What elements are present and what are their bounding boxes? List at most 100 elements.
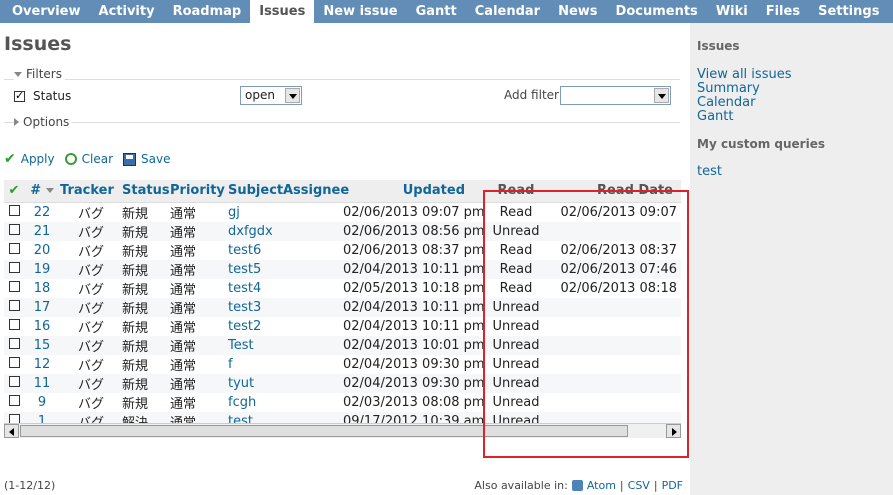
issue-id-link[interactable]: 9: [24, 393, 60, 412]
status-operator-select[interactable]: open: [240, 86, 302, 105]
pdf-link[interactable]: PDF: [662, 479, 683, 492]
apply-button[interactable]: ✔ Apply: [4, 151, 55, 167]
row-select-checkbox[interactable]: [8, 204, 20, 216]
atom-link[interactable]: Atom: [587, 479, 616, 492]
table-row[interactable]: 16 バグ 新規 通常 test2 02/04/2013 10:11 pm Unread: [4, 317, 681, 336]
scrollbar-thumb[interactable]: [20, 425, 628, 437]
csv-link[interactable]: CSV: [628, 479, 650, 492]
issues-table-wrapper: ✔ # Tracker Status Priority Subject Assi…: [4, 180, 681, 431]
toggle-all-checkbox[interactable]: ✔: [4, 180, 24, 203]
clear-button[interactable]: Clear: [64, 152, 113, 166]
issue-id-link[interactable]: 11: [24, 373, 60, 393]
row-select-checkbox[interactable]: [8, 394, 20, 406]
subject-link[interactable]: test6: [228, 241, 283, 260]
table-row[interactable]: 12 バグ 新規 通常 f 02/04/2013 09:30 pm Unread: [4, 355, 681, 374]
save-button[interactable]: Save: [123, 152, 170, 166]
subject-link[interactable]: tyut: [228, 373, 283, 393]
table-row[interactable]: 15 バグ 新規 通常 Test 02/04/2013 10:01 pm Unread: [4, 335, 681, 355]
row-select-checkbox[interactable]: [8, 242, 20, 254]
subject-link[interactable]: dxfgdx: [228, 221, 283, 241]
row-select-checkbox[interactable]: [8, 261, 20, 273]
issue-id-link[interactable]: 16: [24, 317, 60, 336]
read-date-cell: [549, 317, 681, 336]
issue-id-link[interactable]: 21: [24, 221, 60, 241]
column-header-updated[interactable]: Updated: [343, 180, 483, 203]
column-header-tracker[interactable]: Tracker: [60, 180, 122, 203]
sidebar-link-calendar[interactable]: Calendar: [697, 96, 893, 110]
row-select-checkbox[interactable]: [8, 356, 20, 368]
assignee-cell: [283, 241, 343, 260]
main-content: Issues Filters Status open Add filter Op…: [0, 23, 690, 495]
tab-wiki[interactable]: Wiki: [707, 0, 757, 23]
column-header-status[interactable]: Status: [122, 180, 170, 203]
add-filter-label: Add filter: [504, 88, 559, 102]
row-select-checkbox[interactable]: [8, 299, 20, 311]
column-header-subject[interactable]: Subject: [228, 180, 283, 203]
filters-legend[interactable]: Filters: [14, 67, 65, 81]
tracker-cell: バグ: [77, 358, 104, 374]
tab-overview[interactable]: Overview: [3, 0, 90, 23]
tab-news[interactable]: News: [549, 0, 606, 23]
row-select-checkbox[interactable]: [8, 337, 20, 349]
issue-id-link[interactable]: 17: [24, 297, 60, 317]
subject-link[interactable]: test5: [228, 259, 283, 279]
row-checkbox: [4, 221, 24, 241]
status-cell: 新規: [122, 358, 149, 374]
tab-documents[interactable]: Documents: [607, 0, 707, 23]
row-select-checkbox[interactable]: [8, 375, 20, 387]
table-row[interactable]: 20 バグ 新規 通常 test6 02/06/2013 08:37 pm Read 02/0…: [4, 241, 681, 260]
horizontal-scrollbar[interactable]: [4, 423, 681, 438]
subject-link[interactable]: fcgh: [228, 393, 283, 412]
separator: |: [619, 479, 624, 492]
tab-calendar[interactable]: Calendar: [466, 0, 549, 23]
priority-cell: 通常: [170, 282, 197, 298]
tab-new-issue[interactable]: New issue: [314, 0, 406, 23]
read-date-cell: [549, 297, 681, 317]
scroll-left-arrow-icon[interactable]: [4, 424, 19, 438]
table-row[interactable]: 19 バグ 新規 通常 test5 02/04/2013 10:11 pm Read 02/0…: [4, 259, 681, 279]
assignee-cell: [283, 259, 343, 279]
table-row[interactable]: 17 バグ 新規 通常 test3 02/04/2013 10:11 pm Unread: [4, 297, 681, 317]
tab-files[interactable]: Files: [757, 0, 809, 23]
row-select-checkbox[interactable]: [8, 223, 20, 235]
issue-id-link[interactable]: 15: [24, 335, 60, 355]
row-checkbox: [4, 317, 24, 336]
subject-link[interactable]: f: [228, 355, 283, 374]
status-filter-checkbox[interactable]: [14, 89, 25, 102]
table-row[interactable]: 21 バグ 新規 通常 dxfgdx 02/06/2013 08:56 pm Unread: [4, 221, 681, 241]
sidebar-link-summary[interactable]: Summary: [697, 82, 893, 96]
tab-activity[interactable]: Activity: [90, 0, 164, 23]
tab-issues[interactable]: Issues: [250, 0, 315, 23]
subject-link[interactable]: test3: [228, 297, 283, 317]
column-header-id[interactable]: #: [24, 180, 60, 203]
column-header-assignee[interactable]: Assignee: [283, 180, 349, 203]
table-row[interactable]: 22 バグ 新規 通常 gj 02/06/2013 09:07 pm Read 02/06/2…: [4, 202, 681, 222]
table-row[interactable]: 9 バグ 新規 通常 fcgh 02/03/2013 08:08 pm Unread: [4, 393, 681, 412]
issue-id-link[interactable]: 22: [24, 202, 60, 222]
issue-id-link[interactable]: 12: [24, 355, 60, 374]
column-header-priority[interactable]: Priority: [170, 180, 228, 203]
subject-link[interactable]: test2: [228, 317, 283, 336]
table-row[interactable]: 18 バグ 新規 通常 test4 02/05/2013 10:18 pm Read 02/0…: [4, 279, 681, 298]
row-select-checkbox[interactable]: [8, 318, 20, 330]
status-cell: 新規: [122, 335, 170, 355]
subject-link[interactable]: Test: [228, 335, 283, 355]
subject-link[interactable]: test4: [228, 279, 283, 298]
subject-link[interactable]: gj: [228, 202, 283, 222]
scroll-right-arrow-icon[interactable]: [666, 424, 681, 438]
issue-id-link[interactable]: 19: [24, 259, 60, 279]
priority-cell: 通常: [170, 206, 197, 222]
issue-id-link[interactable]: 18: [24, 279, 60, 298]
options-legend[interactable]: Options: [14, 115, 73, 129]
tab-roadmap[interactable]: Roadmap: [164, 0, 251, 23]
custom-query-link[interactable]: test: [697, 165, 893, 179]
sidebar-link-view-all-issues[interactable]: View all issues: [697, 68, 893, 82]
row-select-checkbox[interactable]: [8, 280, 20, 292]
tab-settings[interactable]: Settings: [809, 0, 888, 23]
table-row[interactable]: 11 バグ 新規 通常 tyut 02/04/2013 09:30 pm Unread: [4, 373, 681, 393]
read-status-cell: Read: [499, 280, 533, 296]
tab-gantt[interactable]: Gantt: [407, 0, 466, 23]
add-filter-select[interactable]: [560, 86, 671, 105]
sidebar-link-gantt[interactable]: Gantt: [697, 110, 893, 124]
issue-id-link[interactable]: 20: [24, 241, 60, 260]
